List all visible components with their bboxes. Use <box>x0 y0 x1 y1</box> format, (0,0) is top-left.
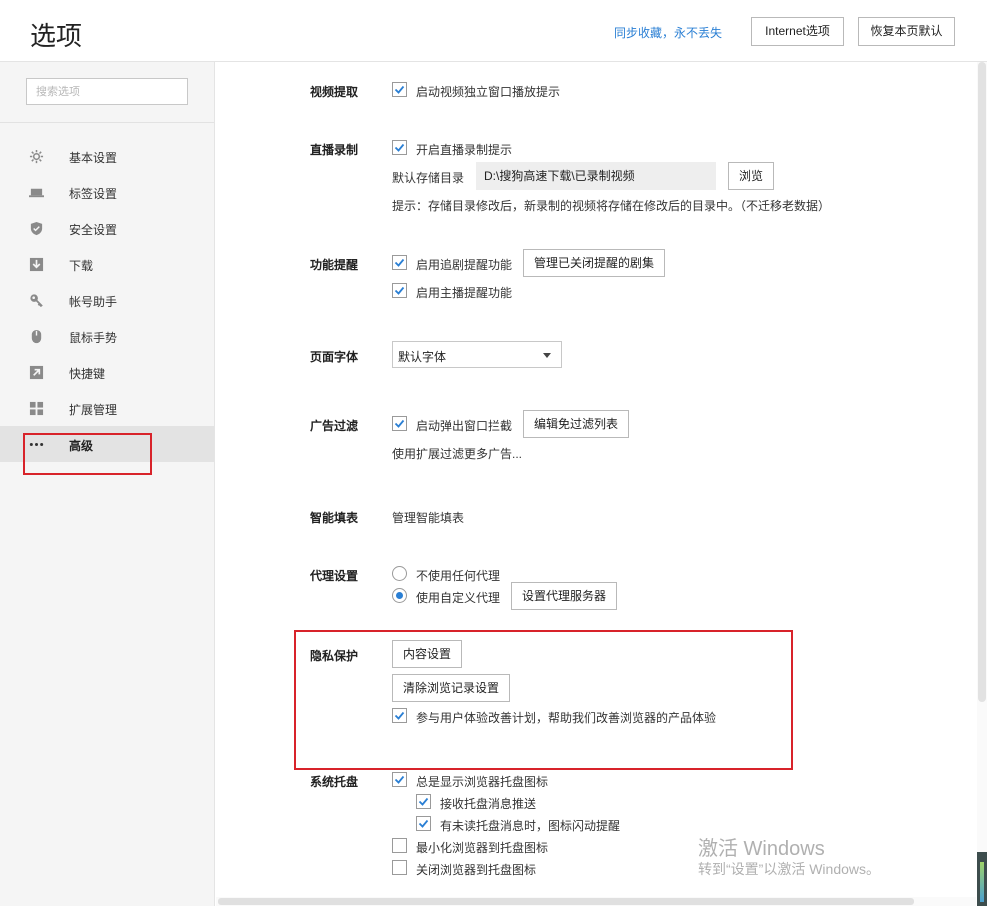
sidebar: 基本设置 标签设置 安全设置 下载 帐号助手 鼠标手势 快捷键 <box>0 62 215 906</box>
tray-flash-unread-label: 有未读托盘消息时，图标闪动提醒 <box>440 819 621 833</box>
manage-closed-reminders-button[interactable]: 管理已关闭提醒的剧集 <box>523 249 666 277</box>
section-label-font: 页面字体 <box>310 350 359 364</box>
more-adblock-link[interactable]: 使用扩展过滤更多广告... <box>392 445 522 462</box>
header-bar: 选项 同步收藏，永不丢失 Internet选项 恢复本页默认 <box>0 0 987 62</box>
activation-watermark-title: 激活 Windows <box>698 838 825 860</box>
search-box <box>26 78 188 105</box>
tray-receive-push-checkbox[interactable] <box>416 794 431 809</box>
storage-dir-tip: 提示：存储目录修改后，新录制的视频将存储在修改后的目录中。（不迁移老数据） <box>392 199 831 213</box>
shortcut-arrow-icon <box>29 365 44 380</box>
sidebar-item-security[interactable]: 安全设置 <box>0 210 214 246</box>
activation-watermark-subtitle: 转到“设置”以激活 Windows。 <box>698 861 881 877</box>
tray-show-icon-label: 总是显示浏览器托盘图标 <box>416 775 549 789</box>
sidebar-item-shortcuts[interactable]: 快捷键 <box>0 354 214 390</box>
section-label-proxy: 代理设置 <box>310 569 359 583</box>
tray-show-icon-checkbox[interactable] <box>392 772 407 787</box>
close-to-tray-label: 关闭浏览器到托盘图标 <box>416 863 537 877</box>
font-select-value: 默认字体 <box>398 350 447 364</box>
popup-block-label: 启动弹出窗口拦截 <box>416 419 513 433</box>
section-label-autofill: 智能填表 <box>310 511 359 525</box>
minimize-to-tray-label: 最小化浏览器到托盘图标 <box>416 841 549 855</box>
search-input[interactable] <box>27 79 187 104</box>
tray-flash-unread-checkbox[interactable] <box>416 816 431 831</box>
key-icon <box>29 293 44 308</box>
sidebar-item-download[interactable]: 下载 <box>0 246 214 282</box>
extensions-grid-icon <box>29 401 44 416</box>
section-label-video: 视频提取 <box>310 85 359 99</box>
popup-block-checkbox[interactable] <box>392 416 407 431</box>
sidebar-item-label: 安全设置 <box>69 223 118 237</box>
section-label-privacy: 隐私保护 <box>310 649 359 663</box>
proxy-custom-radio[interactable] <box>392 588 407 603</box>
page-title: 选项 <box>30 21 83 51</box>
sidebar-item-advanced[interactable]: 高级 <box>0 426 214 462</box>
sidebar-item-account[interactable]: 帐号助手 <box>0 282 214 318</box>
live-record-checkbox[interactable] <box>392 140 407 155</box>
proxy-custom-label: 使用自定义代理 <box>416 591 501 605</box>
drama-reminder-checkbox[interactable] <box>392 255 407 270</box>
video-popout-label: 启动视频独立窗口播放提示 <box>416 85 561 99</box>
settings-content: 视频提取 启动视频独立窗口播放提示 直播录制 开启直播录制提示 默认存储目录 D… <box>216 62 976 906</box>
section-label-adblock: 广告过滤 <box>310 419 359 433</box>
chevron-down-icon <box>543 353 551 358</box>
content-settings-button[interactable]: 内容设置 <box>392 640 463 668</box>
internet-options-button[interactable]: Internet选项 <box>751 17 844 46</box>
taskbar-edge <box>977 852 987 906</box>
set-proxy-server-button[interactable]: 设置代理服务器 <box>511 582 618 610</box>
streamer-reminder-label: 启用主播提醒功能 <box>416 286 513 300</box>
sync-favorites-link[interactable]: 同步收藏，永不丢失 <box>614 24 722 41</box>
sidebar-divider <box>0 122 214 123</box>
video-popout-checkbox[interactable] <box>392 82 407 97</box>
sidebar-item-mouse-gesture[interactable]: 鼠标手势 <box>0 318 214 354</box>
sidebar-item-label: 鼠标手势 <box>69 331 118 345</box>
minimize-to-tray-checkbox[interactable] <box>392 838 407 853</box>
section-label-tray: 系统托盘 <box>310 775 359 789</box>
sidebar-item-label: 高级 <box>69 439 94 453</box>
sidebar-item-label: 标签设置 <box>69 187 118 201</box>
ux-plan-checkbox[interactable] <box>392 708 407 723</box>
shield-icon <box>29 221 44 236</box>
vertical-scrollbar[interactable] <box>977 62 987 900</box>
ux-plan-label: 参与用户体验改善计划，帮助我们改善浏览器的产品体验 <box>416 711 717 725</box>
gear-icon <box>29 149 44 164</box>
vertical-scrollbar-thumb[interactable] <box>978 62 986 702</box>
clear-history-settings-button[interactable]: 清除浏览记录设置 <box>392 674 511 702</box>
live-record-label: 开启直播录制提示 <box>416 143 513 157</box>
sidebar-item-label: 快捷键 <box>69 367 106 381</box>
sidebar-item-extensions[interactable]: 扩展管理 <box>0 390 214 426</box>
sidebar-item-label: 扩展管理 <box>69 403 118 417</box>
restore-defaults-button[interactable]: 恢复本页默认 <box>858 17 955 46</box>
sidebar-item-label: 下载 <box>69 259 94 273</box>
close-to-tray-checkbox[interactable] <box>392 860 407 875</box>
sidebar-item-label: 帐号助手 <box>69 295 118 309</box>
sidebar-item-label: 基本设置 <box>69 151 118 165</box>
edit-whitelist-button[interactable]: 编辑免过滤列表 <box>523 410 630 438</box>
section-label-live: 直播录制 <box>310 143 359 157</box>
highlight-box-privacy <box>294 630 793 770</box>
proxy-none-radio[interactable] <box>392 566 407 581</box>
storage-dir-field[interactable]: D:\搜狗高速下载\已录制视频 <box>476 162 716 190</box>
browse-button[interactable]: 浏览 <box>728 162 775 190</box>
more-dots-icon <box>29 437 44 452</box>
sidebar-item-tabs[interactable]: 标签设置 <box>0 174 214 210</box>
sidebar-item-basic[interactable]: 基本设置 <box>0 138 214 174</box>
streamer-reminder-checkbox[interactable] <box>392 283 407 298</box>
font-select[interactable]: 默认字体 <box>392 341 562 368</box>
tab-icon <box>29 185 44 200</box>
download-icon <box>29 257 44 272</box>
tray-receive-push-label: 接收托盘消息推送 <box>440 797 537 811</box>
mouse-icon <box>29 329 44 344</box>
proxy-none-label: 不使用任何代理 <box>416 569 501 583</box>
section-label-reminder: 功能提醒 <box>310 258 359 272</box>
storage-dir-label: 默认存储目录 <box>392 171 465 185</box>
drama-reminder-label: 启用追剧提醒功能 <box>416 258 513 272</box>
horizontal-scrollbar[interactable] <box>216 897 976 906</box>
horizontal-scrollbar-thumb[interactable] <box>218 898 914 905</box>
manage-autofill-link[interactable]: 管理智能填表 <box>392 509 464 526</box>
